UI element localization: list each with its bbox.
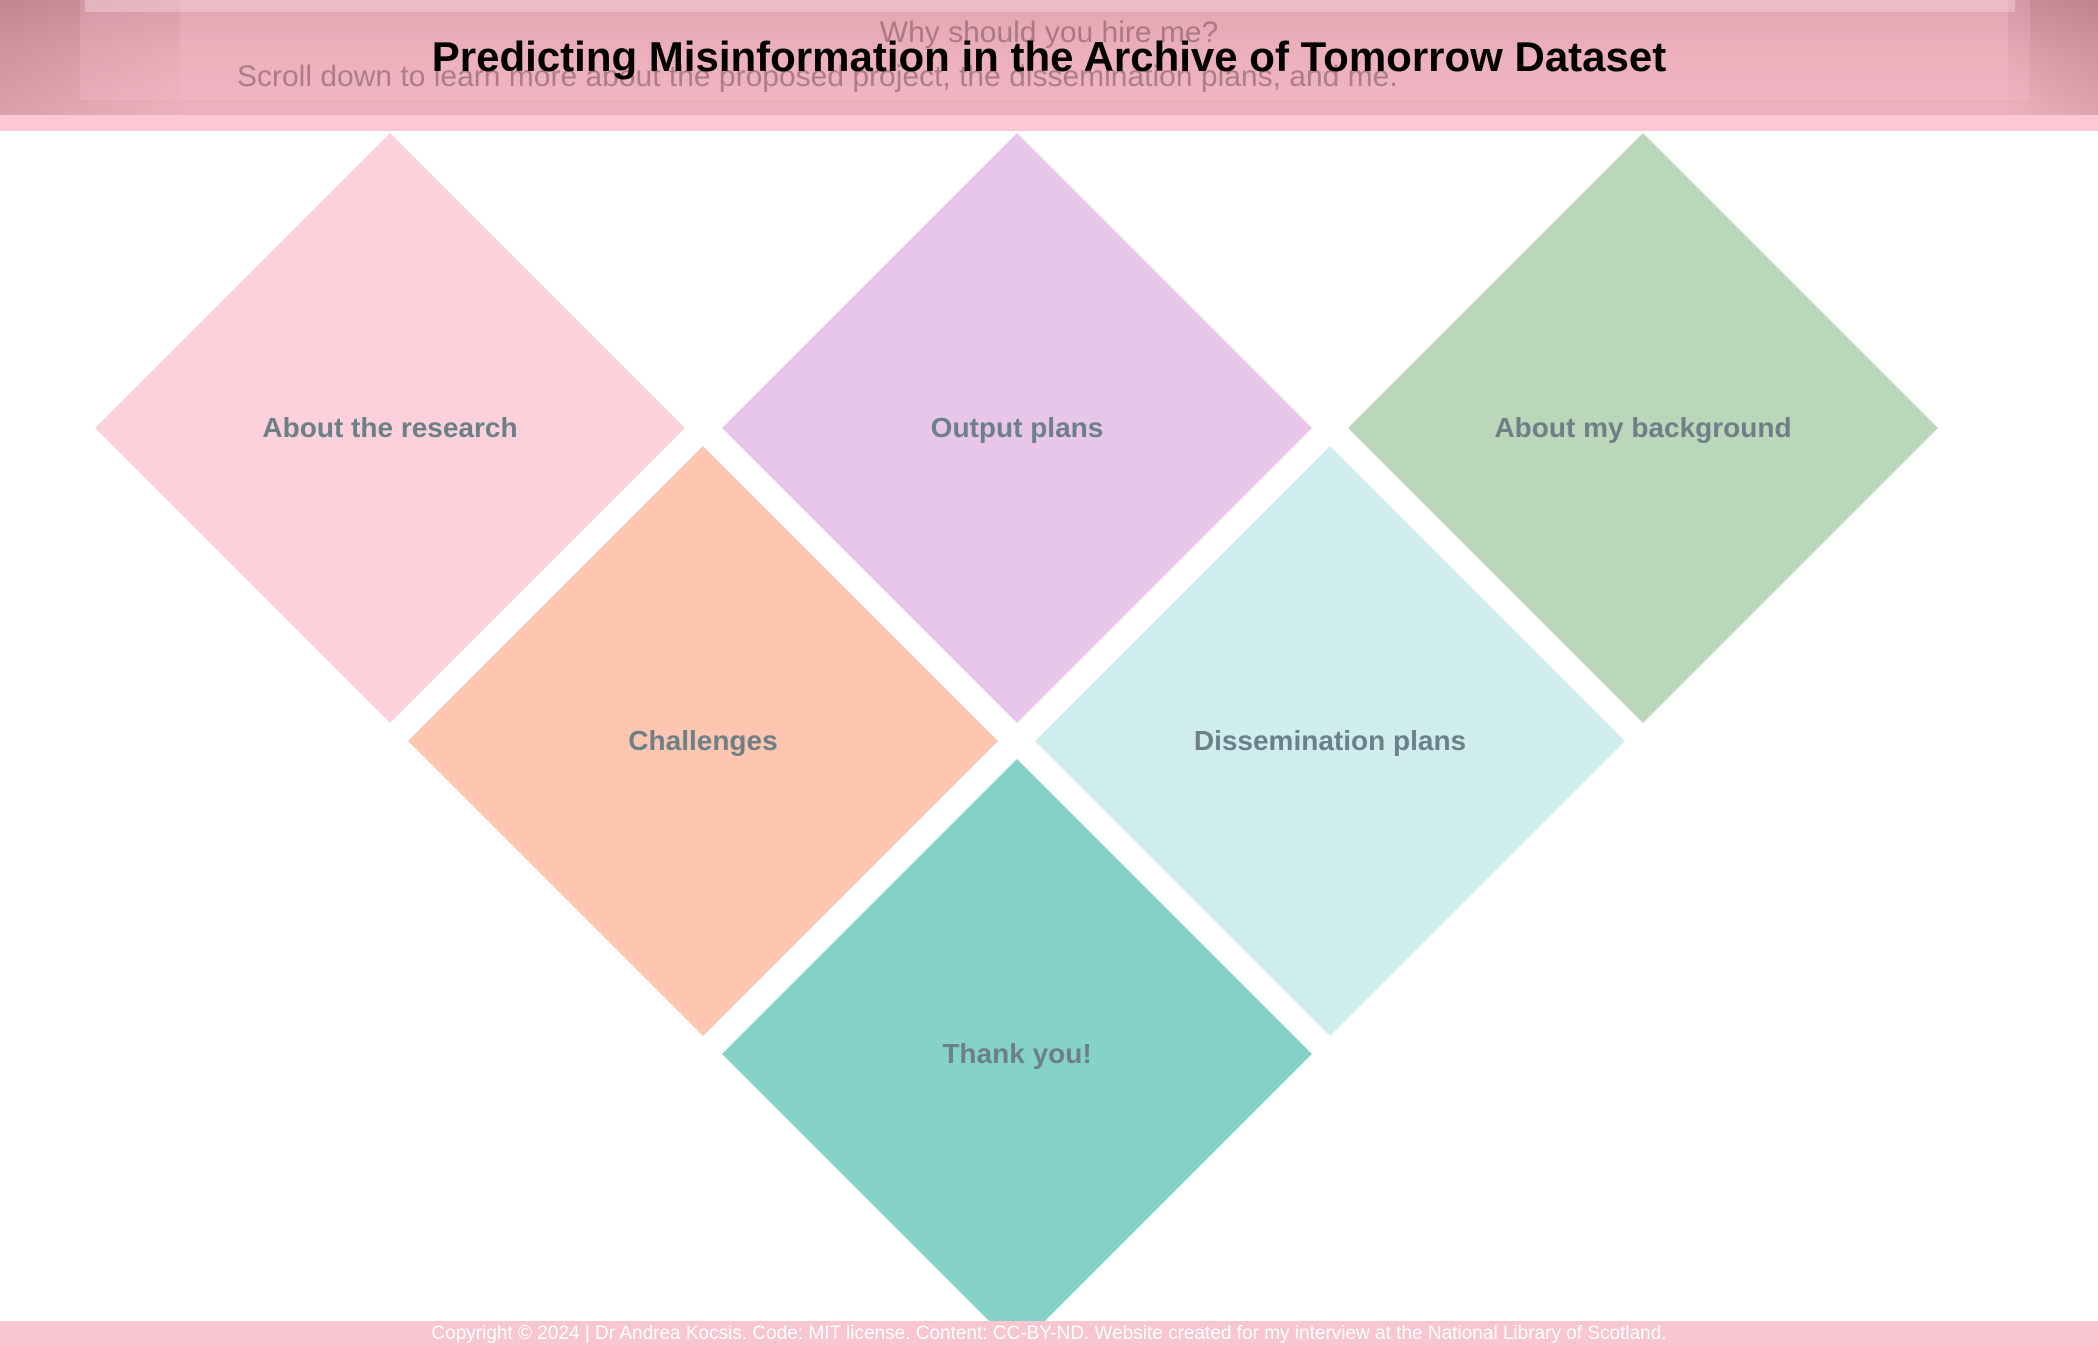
header-bottom-strip	[0, 115, 2098, 131]
site-header: Why should you hire me? Scroll down to l…	[0, 0, 2098, 131]
page-title: Predicting Misinformation in the Archive…	[431, 33, 1667, 80]
menu-tile-label: About the research	[262, 412, 518, 443]
menu-tile-label: Dissemination plans	[1193, 725, 1467, 756]
menu-tile-label: Thank you!	[942, 1038, 1092, 1069]
menu-tile-label: Output plans	[930, 412, 1104, 443]
menu-tile-label: Challenges	[628, 725, 778, 756]
page: Why should you hire me? Scroll down to l…	[0, 0, 2098, 1346]
menu-tile-label: About my background	[1494, 412, 1792, 443]
site-footer: Copyright © 2024 | Dr Andrea Kocsis. Cod…	[0, 1321, 2098, 1346]
header-scrolled-heading-remnant	[85, 0, 2015, 12]
